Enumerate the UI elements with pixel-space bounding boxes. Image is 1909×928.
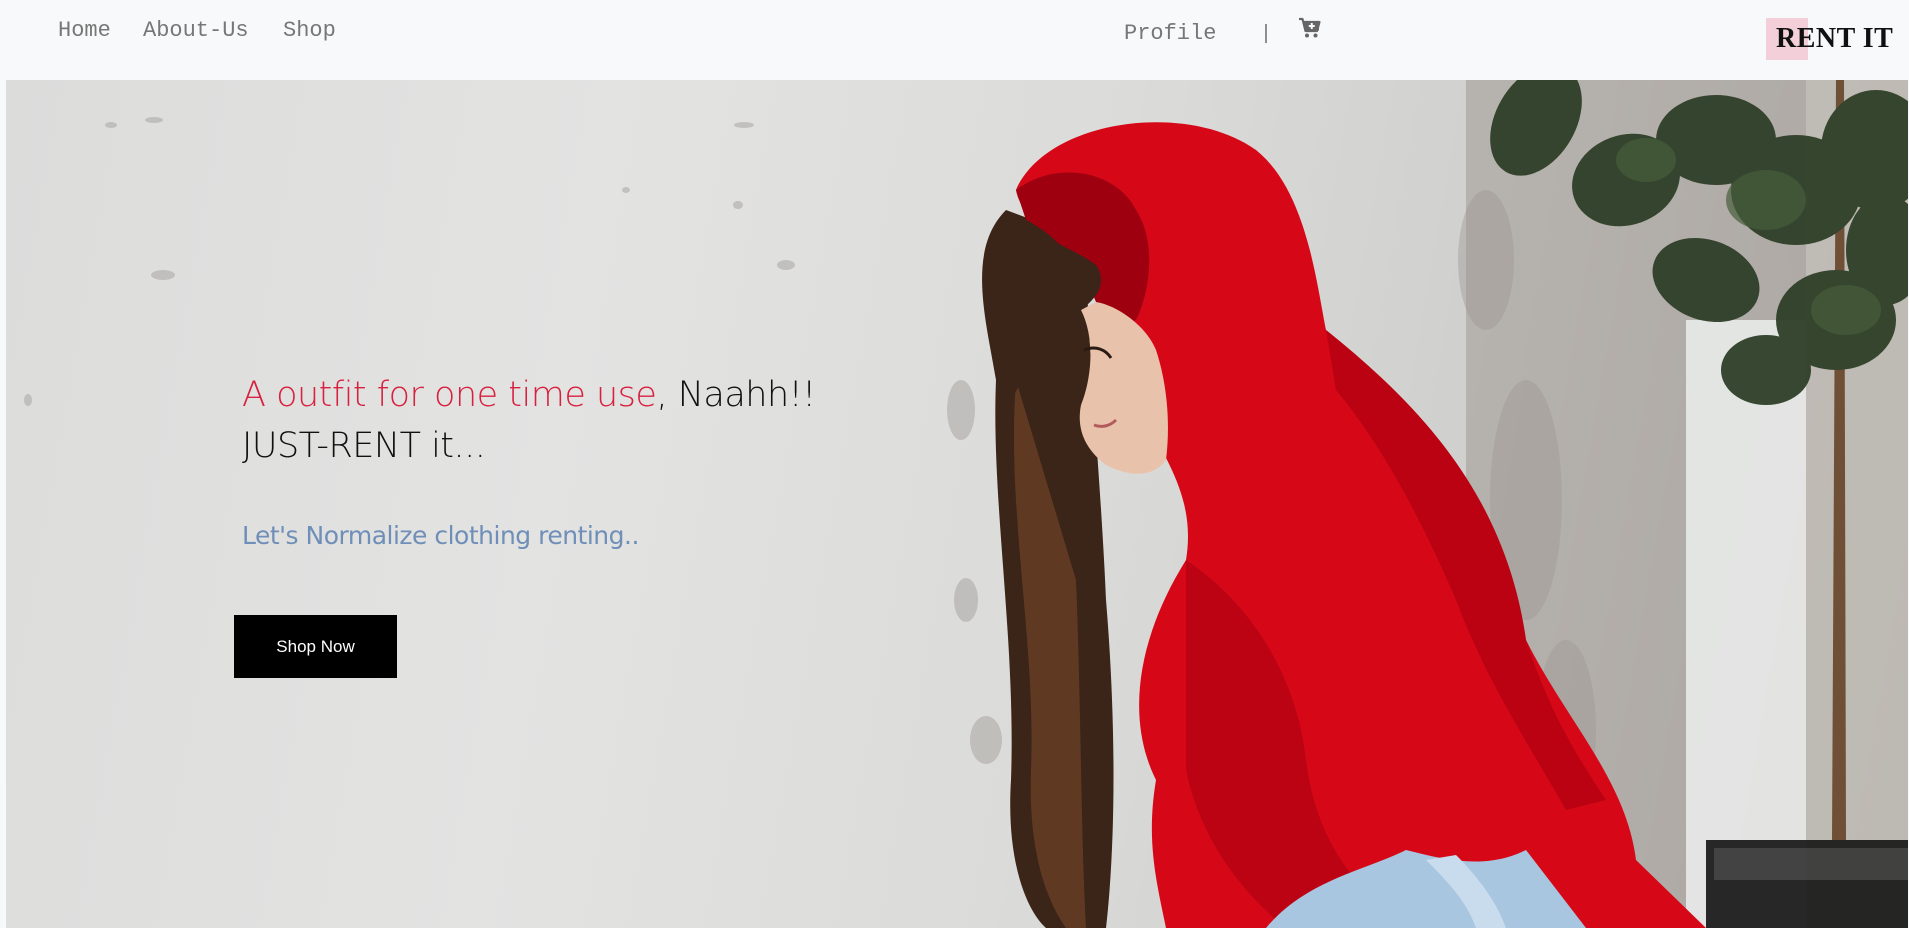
hero-subline: Let's Normalize clothing renting.. — [242, 521, 639, 550]
shop-now-button[interactable]: Shop Now — [234, 615, 397, 678]
woman-in-red-hoodie-photo — [982, 80, 1908, 928]
cart-plus-icon[interactable] — [1298, 16, 1322, 40]
brand-name: RENT IT — [1776, 23, 1894, 54]
nav-about-us-link[interactable]: About-Us — [143, 18, 249, 43]
hero-banner: A outfit for one time use, Naahh!! JUST-… — [6, 80, 1908, 928]
brand-logo[interactable]: RENT IT — [1766, 18, 1893, 60]
nav-separator: | — [1260, 23, 1273, 46]
headline-line2: JUST-RENT it... — [242, 426, 486, 466]
nav-profile-link[interactable]: Profile — [1124, 21, 1216, 46]
headline-rest: , Naahh!! — [656, 375, 816, 415]
top-navbar: Home About-Us Shop Profile | RENT IT — [0, 0, 1909, 80]
nav-shop-link[interactable]: Shop — [283, 18, 336, 43]
headline-accent: A outfit for one time use — [242, 375, 657, 415]
nav-home-link[interactable]: Home — [58, 18, 111, 43]
hero-headline: A outfit for one time use, Naahh!! JUST-… — [242, 370, 816, 472]
